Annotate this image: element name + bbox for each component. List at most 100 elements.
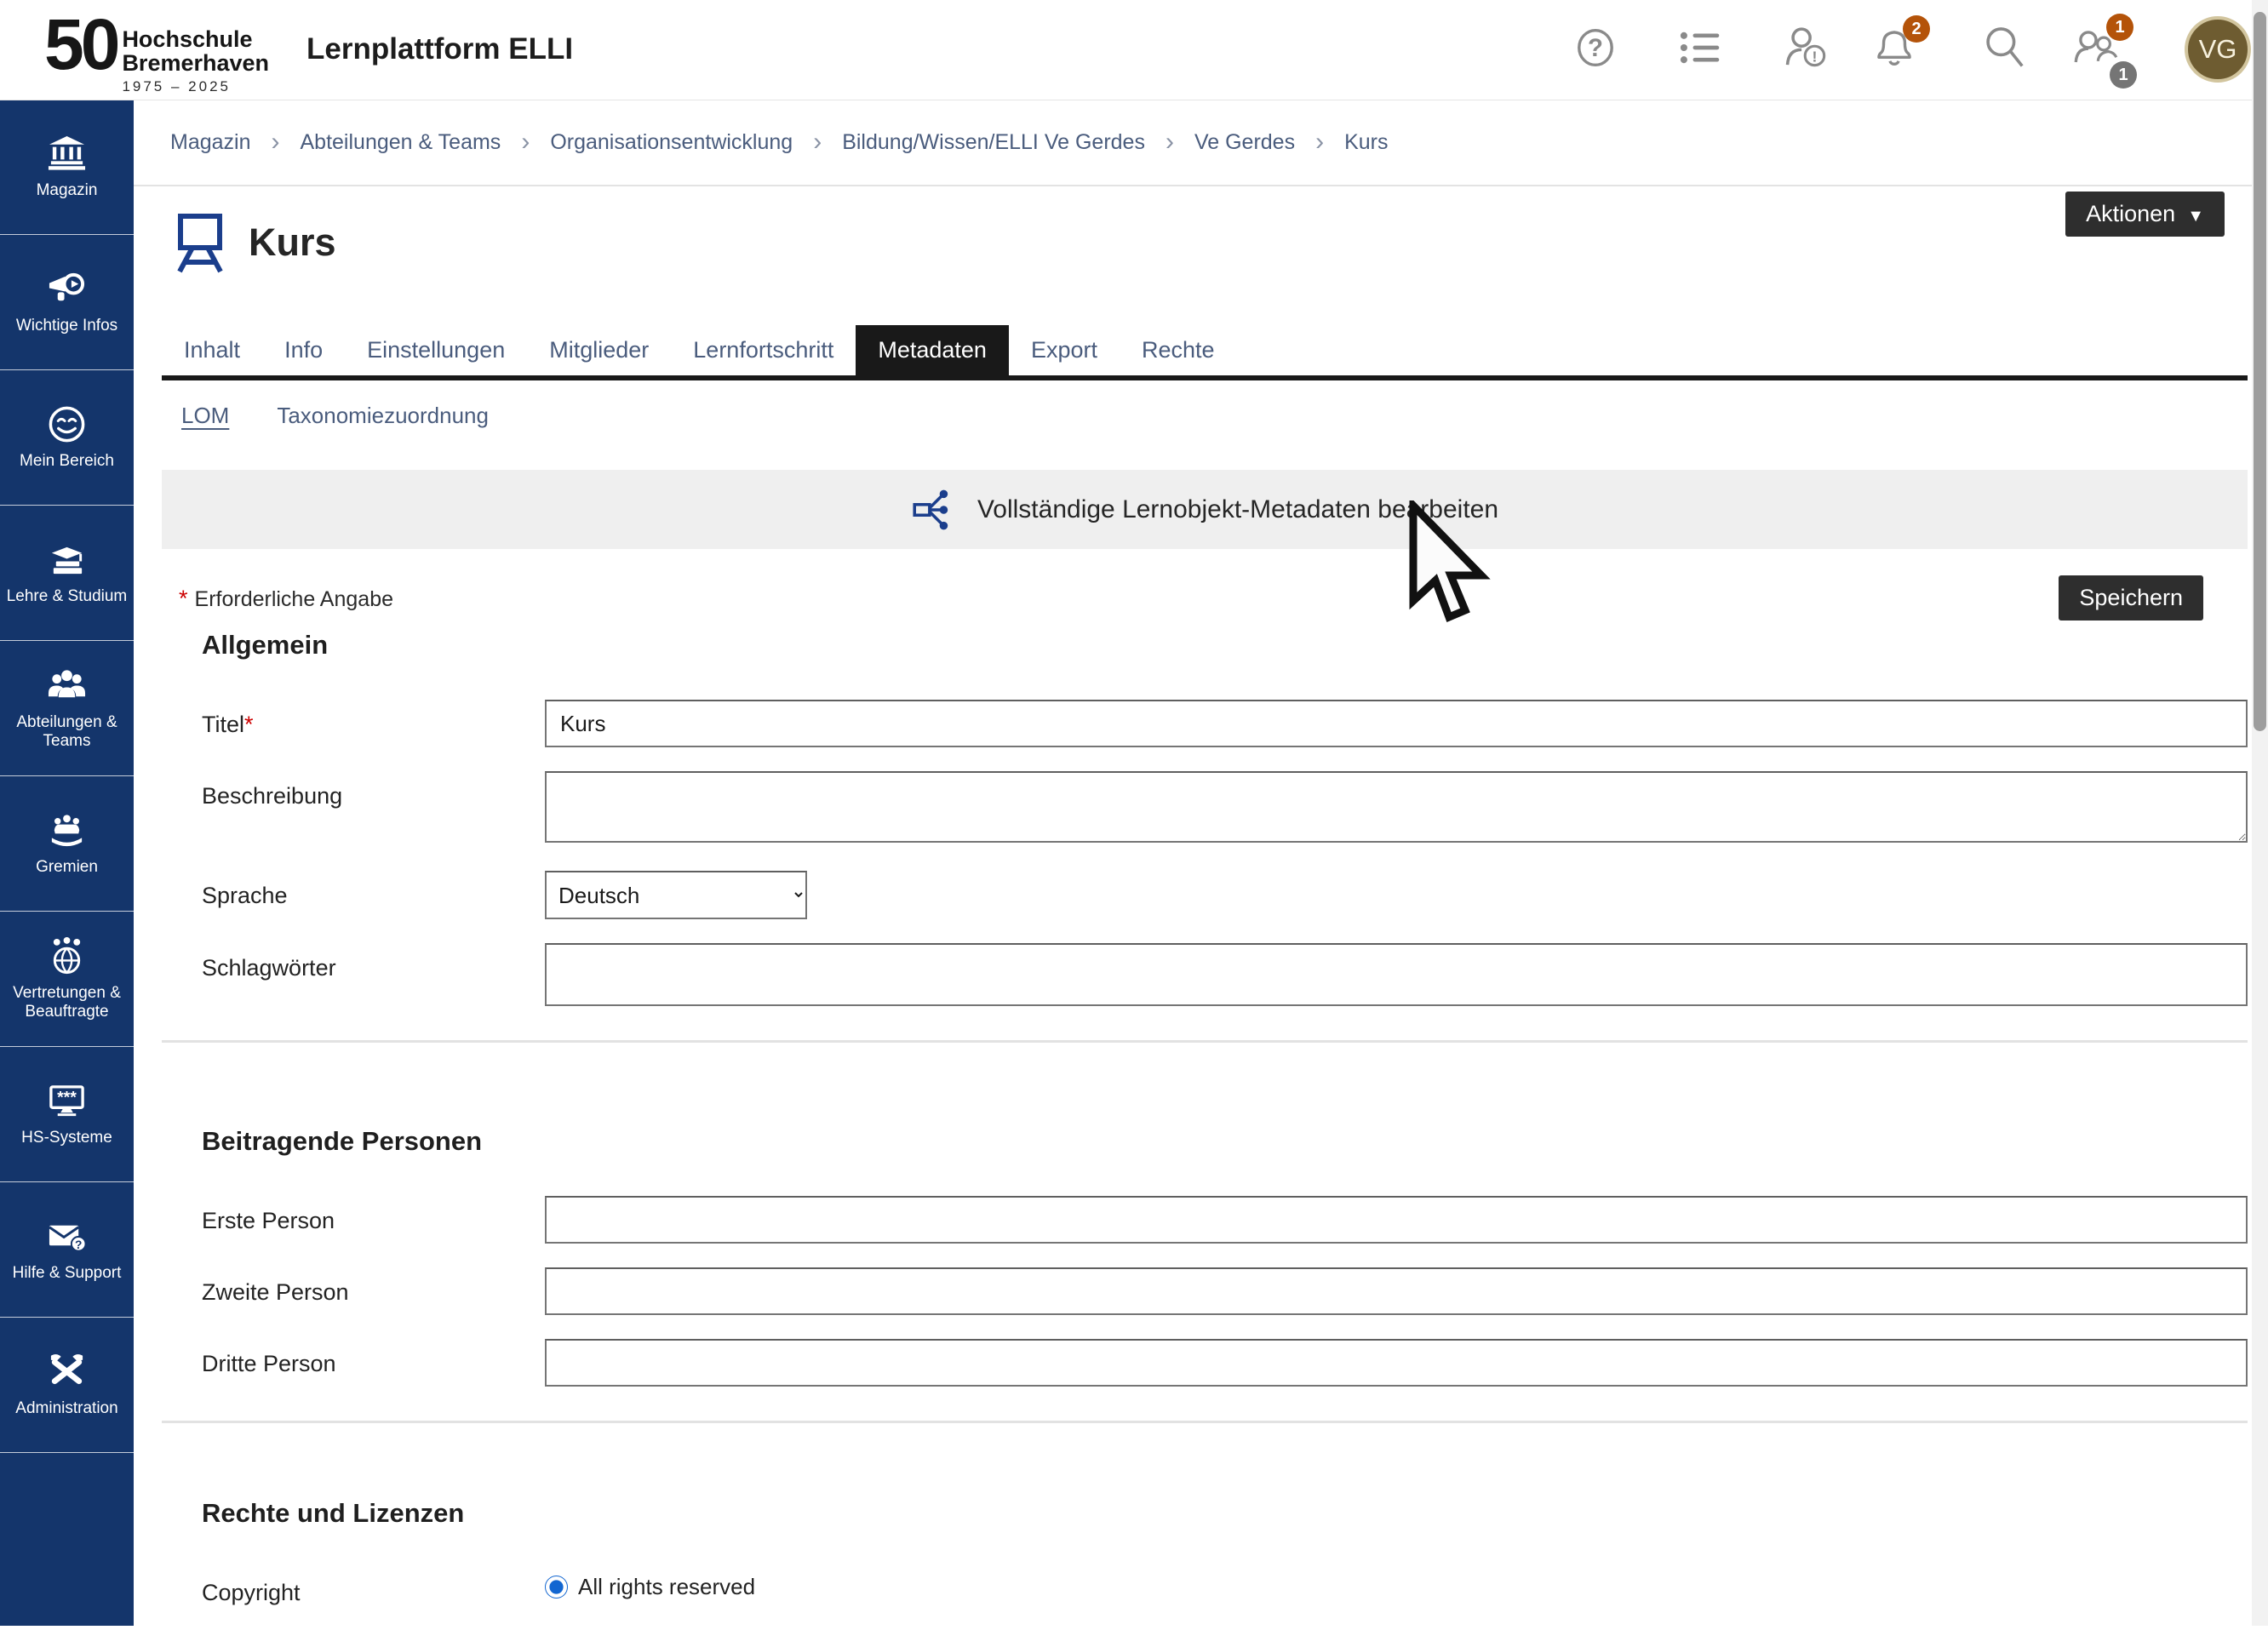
section-divider — [162, 1040, 2248, 1043]
books-gradcap-icon — [47, 540, 87, 580]
required-note-row: *Erforderliche Angabe Speichern — [162, 586, 2248, 616]
sprache-select[interactable]: Deutsch — [545, 871, 807, 919]
scrollbar-thumb[interactable] — [2254, 12, 2266, 731]
required-note: Erforderliche Angabe — [195, 587, 393, 611]
sidebar-item-hilfe-support[interactable]: ? Hilfe & Support — [0, 1182, 134, 1318]
globe-people-icon — [47, 936, 87, 976]
copyright-radio[interactable] — [545, 1576, 568, 1599]
required-asterisk: * — [179, 586, 188, 611]
sidebar-item-abteilungen-teams[interactable]: Abteilungen & Teams — [0, 641, 134, 776]
beschreibung-textarea[interactable] — [545, 771, 2248, 843]
form-row-copyright: Copyright All rights reserved — [162, 1568, 2248, 1606]
dritte-person-input[interactable] — [545, 1339, 2248, 1387]
tab-einstellungen[interactable]: Einstellungen — [345, 325, 527, 375]
form-row-titel: Titel* — [162, 700, 2248, 747]
sidebar-item-lehre-studium[interactable]: Lehre & Studium — [0, 506, 134, 641]
contacts-badge-bottom: 1 — [2110, 61, 2137, 89]
dritte-person-label: Dritte Person — [162, 1339, 545, 1387]
sidebar-item-administration[interactable]: Administration — [0, 1318, 134, 1453]
subtab-lom[interactable]: LOM — [181, 403, 229, 429]
save-button[interactable]: Speichern — [2059, 575, 2203, 621]
tab-metadaten[interactable]: Metadaten — [856, 325, 1009, 375]
svg-text:!: ! — [1813, 49, 1818, 66]
breadcrumb-item-bildung-wissen[interactable]: Bildung/Wissen/ELLI Ve Gerdes — [842, 130, 1145, 155]
form-row-schlagwoerter: Schlagwörter — [162, 943, 2248, 1006]
tab-export[interactable]: Export — [1009, 325, 1120, 375]
user-status-button[interactable]: ! — [1784, 26, 1829, 70]
subtab-taxonomiezuordnung[interactable]: Taxonomiezuordnung — [277, 403, 489, 429]
subtab-bar: LOM Taxonomiezuordnung — [162, 403, 2248, 429]
megaphone-icon — [47, 269, 87, 309]
logo-line2: Bremerhaven — [122, 51, 269, 75]
form-row-dritte-person: Dritte Person — [162, 1339, 2248, 1387]
avatar[interactable]: VG — [2185, 16, 2251, 83]
main-area: Magazin › Abteilungen & Teams › Organisa… — [134, 100, 2268, 1626]
form-row-erste-person: Erste Person — [162, 1196, 2248, 1244]
page-title: Kurs — [249, 220, 336, 265]
notifications-badge: 2 — [1903, 15, 1930, 43]
tab-lernfortschritt[interactable]: Lernfortschritt — [671, 325, 856, 375]
section-divider — [162, 1421, 2248, 1423]
mail-question-icon: ? — [47, 1216, 87, 1256]
tab-info[interactable]: Info — [262, 325, 345, 375]
zweite-person-input[interactable] — [545, 1267, 2248, 1315]
erste-person-label: Erste Person — [162, 1196, 545, 1244]
breadcrumb-item-kurs[interactable]: Kurs — [1344, 130, 1388, 155]
notifications-button[interactable]: 2 — [1872, 26, 1916, 70]
breadcrumb-item-organisationsentwicklung[interactable]: Organisationsentwicklung — [550, 130, 793, 155]
breadcrumb-separator: › — [1315, 128, 1324, 157]
tab-mitglieder[interactable]: Mitglieder — [527, 325, 671, 375]
sidebar-item-wichtige-infos[interactable]: Wichtige Infos — [0, 235, 134, 370]
logo-line1: Hochschule — [122, 27, 269, 51]
erste-person-input[interactable] — [545, 1196, 2248, 1244]
required-asterisk: * — [244, 712, 254, 737]
sidebar-item-mein-bereich[interactable]: Mein Bereich — [0, 370, 134, 506]
page-content: Kurs Aktionen▼ Inhalt Info Einstellungen… — [162, 186, 2248, 1630]
tools-icon — [47, 1352, 87, 1392]
tab-rechte[interactable]: Rechte — [1120, 325, 1237, 375]
breadcrumb-item-ve-gerdes[interactable]: Ve Gerdes — [1194, 130, 1295, 155]
copyright-label: Copyright — [162, 1568, 545, 1606]
form-row-beschreibung: Beschreibung — [162, 771, 2248, 847]
todo-list-button[interactable] — [1679, 26, 1723, 70]
schlagwoerter-label: Schlagwörter — [162, 943, 545, 1006]
breadcrumb-item-abteilungen[interactable]: Abteilungen & Teams — [301, 130, 501, 155]
monitor-password-icon: *** — [47, 1081, 87, 1121]
breadcrumb-item-magazin[interactable]: Magazin — [170, 130, 251, 155]
breadcrumb-separator: › — [521, 128, 530, 157]
contacts-badge-top: 1 — [2106, 14, 2133, 41]
sidebar-item-gremien[interactable]: Gremien — [0, 776, 134, 912]
section-title-allgemein: Allgemein — [202, 630, 2248, 661]
tab-bar: Inhalt Info Einstellungen Mitglieder Ler… — [162, 325, 2248, 380]
schlagwoerter-input[interactable] — [545, 943, 2248, 1006]
university-logo[interactable]: 50 Hochschule Bremerhaven 1975 – 2025 — [44, 12, 269, 95]
caret-down-icon: ▼ — [2187, 207, 2204, 226]
tab-inhalt[interactable]: Inhalt — [162, 325, 262, 375]
beschreibung-label: Beschreibung — [162, 771, 545, 847]
breadcrumb-separator: › — [813, 128, 822, 157]
search-button[interactable] — [1984, 26, 2028, 70]
breadcrumb: Magazin › Abteilungen & Teams › Organisa… — [134, 100, 2268, 186]
sprache-label: Sprache — [162, 871, 545, 919]
metadata-hub-icon — [911, 486, 955, 534]
banner-label: Vollständige Lernobjekt-Metadaten bearbe… — [977, 495, 1498, 524]
help-icon: ? — [1573, 26, 1618, 70]
titel-input[interactable] — [545, 700, 2248, 747]
people-in-hand-icon — [47, 810, 87, 850]
section-title-beitragende-personen: Beitragende Personen — [202, 1126, 2248, 1157]
actions-button[interactable]: Aktionen▼ — [2065, 192, 2225, 237]
svg-text:***: *** — [57, 1088, 77, 1107]
contacts-button[interactable]: 1 1 — [2074, 26, 2118, 70]
edit-full-metadata-banner[interactable]: Vollständige Lernobjekt-Metadaten bearbe… — [162, 470, 2248, 549]
vertical-scrollbar[interactable] — [2252, 0, 2268, 1626]
help-button[interactable]: ? — [1573, 26, 1618, 70]
top-header: 50 Hochschule Bremerhaven 1975 – 2025 Le… — [0, 0, 2268, 100]
sidebar-item-hs-systeme[interactable]: *** HS-Systeme — [0, 1047, 134, 1182]
sidebar-item-vertretungen[interactable]: Vertretungen & Beauftragte — [0, 912, 134, 1047]
user-status-icon: ! — [1784, 26, 1829, 70]
svg-text:?: ? — [1588, 34, 1603, 62]
form-row-sprache: Sprache Deutsch — [162, 871, 2248, 919]
sidebar-item-magazin[interactable]: Magazin — [0, 100, 134, 235]
main-sidebar: Magazin Wichtige Infos Mein Bereich Lehr… — [0, 100, 134, 1626]
easel-icon — [172, 210, 228, 275]
